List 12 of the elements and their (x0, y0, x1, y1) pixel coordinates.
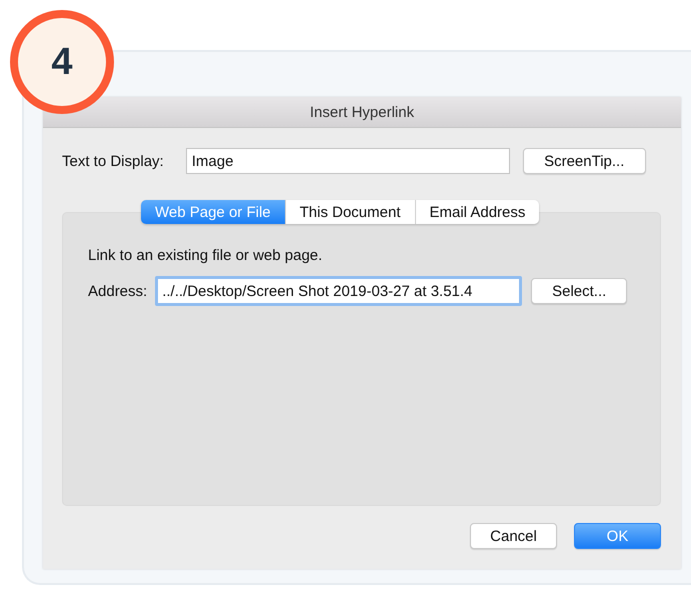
field-label: Text to Display: (62, 152, 164, 170)
tab[interactable]: This Document (284, 200, 414, 224)
cancel-button[interactable]: Cancel (470, 523, 557, 549)
select-button[interactable]: Select... (531, 278, 628, 304)
description-text: Link to an existing file or web page. (88, 247, 324, 264)
screentip-button[interactable]: ScreenTip... (522, 148, 646, 174)
step-badge: 4 (10, 10, 114, 114)
address-label: Address: (88, 282, 148, 300)
tab[interactable]: Email Address (414, 200, 540, 224)
text-to-display-field[interactable]: Image (186, 148, 510, 174)
window-title: Insert Hyperlink (43, 97, 681, 128)
address-field[interactable]: ../../Desktop/Screen Shot 2019-03-27 at 3.51.4 (155, 276, 522, 306)
